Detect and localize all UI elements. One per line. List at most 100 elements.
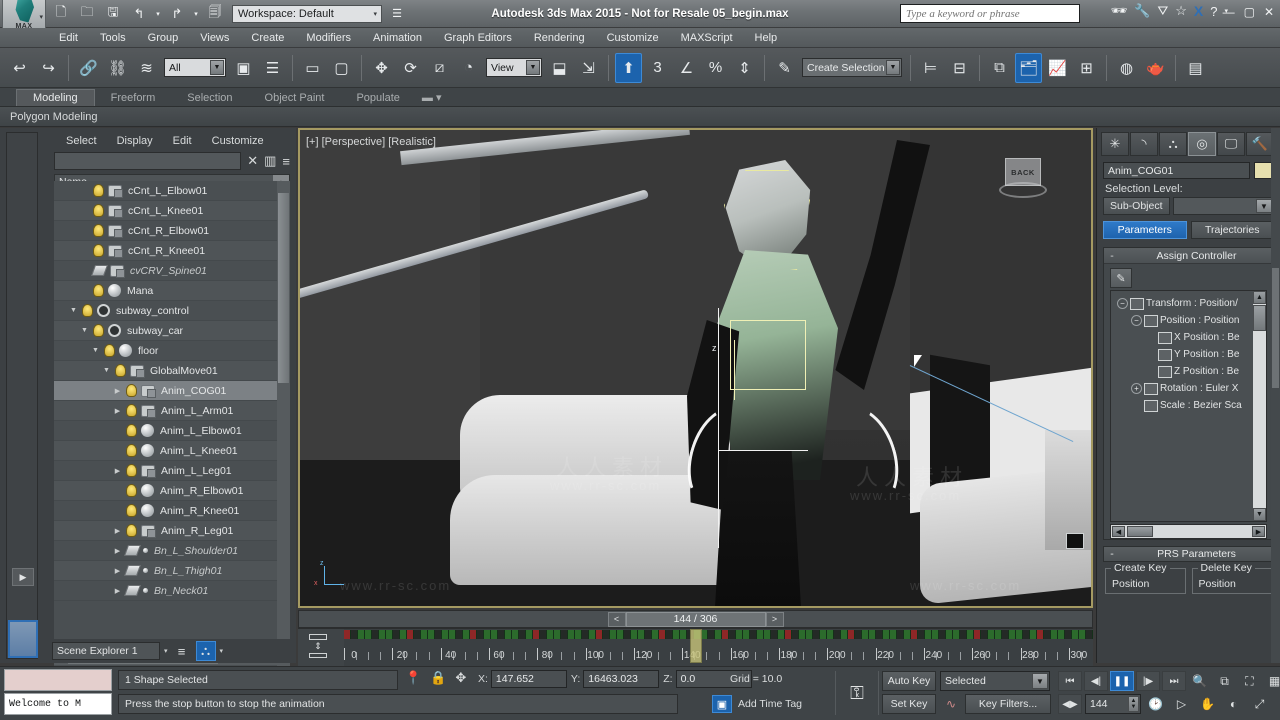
bind-space-warp-icon[interactable]: ≋ bbox=[133, 53, 160, 83]
keyframe-cell[interactable] bbox=[519, 630, 526, 639]
keyframe-cell[interactable] bbox=[533, 630, 540, 639]
tree-vertical-scrollbar[interactable] bbox=[277, 181, 290, 683]
light-bulb-icon[interactable] bbox=[126, 404, 137, 417]
light-bulb-icon[interactable] bbox=[126, 504, 137, 517]
light-bulb-icon[interactable] bbox=[93, 284, 104, 297]
select-object-icon[interactable]: ▣ bbox=[230, 53, 257, 83]
keyframe-cell[interactable] bbox=[939, 630, 946, 639]
keyframe-cell[interactable] bbox=[764, 630, 771, 639]
tab-populate[interactable]: Populate bbox=[340, 90, 415, 106]
window-crossing-icon[interactable]: ▢ bbox=[328, 53, 355, 83]
collapse-icon[interactable]: − bbox=[1117, 298, 1128, 309]
keyframe-cell[interactable] bbox=[344, 630, 351, 639]
previous-frame-arrow[interactable]: < bbox=[607, 611, 626, 627]
keyframe-cell[interactable] bbox=[736, 630, 743, 639]
tab-freeform[interactable]: Freeform bbox=[95, 90, 172, 106]
scene-explorer-selector[interactable]: Scene Explorer 1 bbox=[52, 642, 160, 660]
keyframe-cell[interactable] bbox=[757, 630, 764, 639]
keyframe-cell[interactable] bbox=[386, 630, 393, 639]
keyframe-cell[interactable] bbox=[918, 630, 925, 639]
light-bulb-icon[interactable] bbox=[104, 344, 115, 357]
redo-dropdown-icon[interactable]: ▾ bbox=[192, 4, 200, 24]
perspective-viewport[interactable]: z BACK z x 人人素材 www.rr bbox=[298, 128, 1093, 608]
create-tab-icon[interactable]: ✳ bbox=[1101, 132, 1129, 156]
keyframe-cell[interactable] bbox=[610, 630, 617, 639]
keyframe-cell[interactable] bbox=[876, 630, 883, 639]
keyframe-cell[interactable] bbox=[442, 630, 449, 639]
assign-controller-header[interactable]: - Assign Controller bbox=[1104, 248, 1273, 264]
zoom-icon[interactable]: 🔍 bbox=[1188, 671, 1211, 691]
hierarchy-tab-icon[interactable]: ⛬ bbox=[1159, 132, 1187, 156]
tree-item-anim_r_leg01[interactable]: ▶ Anim_R_Leg01 bbox=[54, 521, 290, 541]
layer-icon[interactable] bbox=[123, 545, 142, 556]
chevron-down-icon[interactable]: ▼ bbox=[210, 60, 224, 75]
keyframe-cell[interactable] bbox=[631, 630, 638, 639]
keyframe-cell[interactable] bbox=[925, 630, 932, 639]
menu-item-tools[interactable]: Tools bbox=[89, 30, 137, 46]
percent-snap-icon[interactable]: % bbox=[702, 53, 729, 83]
hierarchy-view-icon[interactable]: ⛬ bbox=[195, 641, 216, 661]
keyframe-cell[interactable] bbox=[526, 630, 533, 639]
menu-item-customize[interactable]: Customize bbox=[596, 30, 670, 46]
chevron-down-icon[interactable]: ▼ bbox=[69, 307, 78, 314]
chevron-down-icon[interactable]: ▾ bbox=[164, 647, 168, 655]
view-cube[interactable]: BACK bbox=[999, 158, 1047, 202]
keyframe-cell[interactable] bbox=[596, 630, 603, 639]
chevron-right-icon[interactable]: ▶ bbox=[113, 527, 122, 535]
chevron-right-icon[interactable]: ▶ bbox=[113, 387, 122, 395]
time-slider-handle[interactable]: 144 / 306 bbox=[625, 611, 766, 627]
set-key-button[interactable]: Set Key bbox=[882, 694, 936, 714]
keyframe-cell[interactable] bbox=[554, 630, 561, 639]
geometry-sphere-icon[interactable] bbox=[108, 284, 121, 297]
keyframe-cell[interactable] bbox=[365, 630, 372, 639]
light-bulb-icon[interactable] bbox=[126, 444, 137, 457]
reference-coordinate-combo[interactable]: View ▼ bbox=[486, 58, 542, 77]
keyframe-cell[interactable] bbox=[834, 630, 841, 639]
controller-item[interactable]: X Position : Be bbox=[1117, 329, 1266, 346]
helper-object-icon[interactable] bbox=[130, 364, 145, 378]
undo-icon[interactable]: ↰ bbox=[128, 4, 150, 24]
save-file-icon[interactable]: 🖫 bbox=[102, 4, 124, 24]
light-bulb-icon[interactable] bbox=[126, 384, 137, 397]
command-panel-scrollbar[interactable] bbox=[1271, 128, 1280, 663]
select-link-icon[interactable]: 🔗 bbox=[75, 53, 102, 83]
layer-icon[interactable] bbox=[123, 585, 142, 596]
maxscript-listener-white[interactable]: Welcome to M bbox=[4, 693, 112, 715]
light-bulb-icon[interactable] bbox=[93, 224, 104, 237]
light-bulb-icon[interactable] bbox=[126, 464, 137, 477]
bone-dot-icon[interactable] bbox=[143, 548, 148, 553]
keyframe-cell[interactable] bbox=[561, 630, 568, 639]
tree-item-ccnt_l_elbow01[interactable]: cCnt_L_Elbow01 bbox=[54, 181, 290, 201]
keyframe-cell[interactable] bbox=[463, 630, 470, 639]
menu-item-rendering[interactable]: Rendering bbox=[523, 30, 596, 46]
keyframe-cell[interactable] bbox=[974, 630, 981, 639]
key-filters-button[interactable]: Key Filters... bbox=[965, 694, 1051, 714]
keyframe-cell[interactable] bbox=[435, 630, 442, 639]
keyframe-cell[interactable] bbox=[911, 630, 918, 639]
se-menu-edit[interactable]: Edit bbox=[163, 134, 202, 148]
keyframe-cell[interactable] bbox=[701, 630, 708, 639]
isolate-selection-icon[interactable]: 📍 bbox=[405, 670, 421, 686]
keyframe-cell[interactable] bbox=[372, 630, 379, 639]
tree-item-ccnt_l_knee01[interactable]: cCnt_L_Knee01 bbox=[54, 201, 290, 221]
controller-item[interactable]: Y Position : Be bbox=[1117, 346, 1266, 363]
new-file-icon[interactable]: 🗋 bbox=[50, 4, 72, 24]
bone-dot-icon[interactable] bbox=[143, 568, 148, 573]
light-bulb-icon[interactable] bbox=[126, 424, 137, 437]
helper-object-icon[interactable] bbox=[108, 184, 123, 198]
layers-icon[interactable]: ≡ bbox=[172, 641, 192, 661]
time-tag-icon[interactable]: ▣ bbox=[712, 695, 732, 713]
helper-object-icon[interactable] bbox=[108, 204, 123, 218]
view-cube-compass-ring[interactable] bbox=[999, 182, 1047, 198]
select-and-manipulate-icon[interactable]: ⇲ bbox=[575, 53, 602, 83]
curve-editor-icon[interactable]: 📈 bbox=[1044, 53, 1071, 83]
tree-item-subway_car[interactable]: ▼ subway_car bbox=[54, 321, 290, 341]
tree-item-bn_l_thigh01[interactable]: ▶ Bn_L_Thigh01 bbox=[54, 561, 290, 581]
keyframe-cell[interactable] bbox=[484, 630, 491, 639]
rollout-collapse-icon[interactable]: - bbox=[1104, 250, 1120, 262]
go-to-end-icon[interactable]: ⏭ bbox=[1162, 671, 1186, 691]
keyframe-cell[interactable] bbox=[715, 630, 722, 639]
tree-item-bn_neck01[interactable]: ▶ Bn_Neck01 bbox=[54, 581, 290, 601]
keyframe-cell[interactable] bbox=[652, 630, 659, 639]
align-icon[interactable]: ⊟ bbox=[946, 53, 973, 83]
